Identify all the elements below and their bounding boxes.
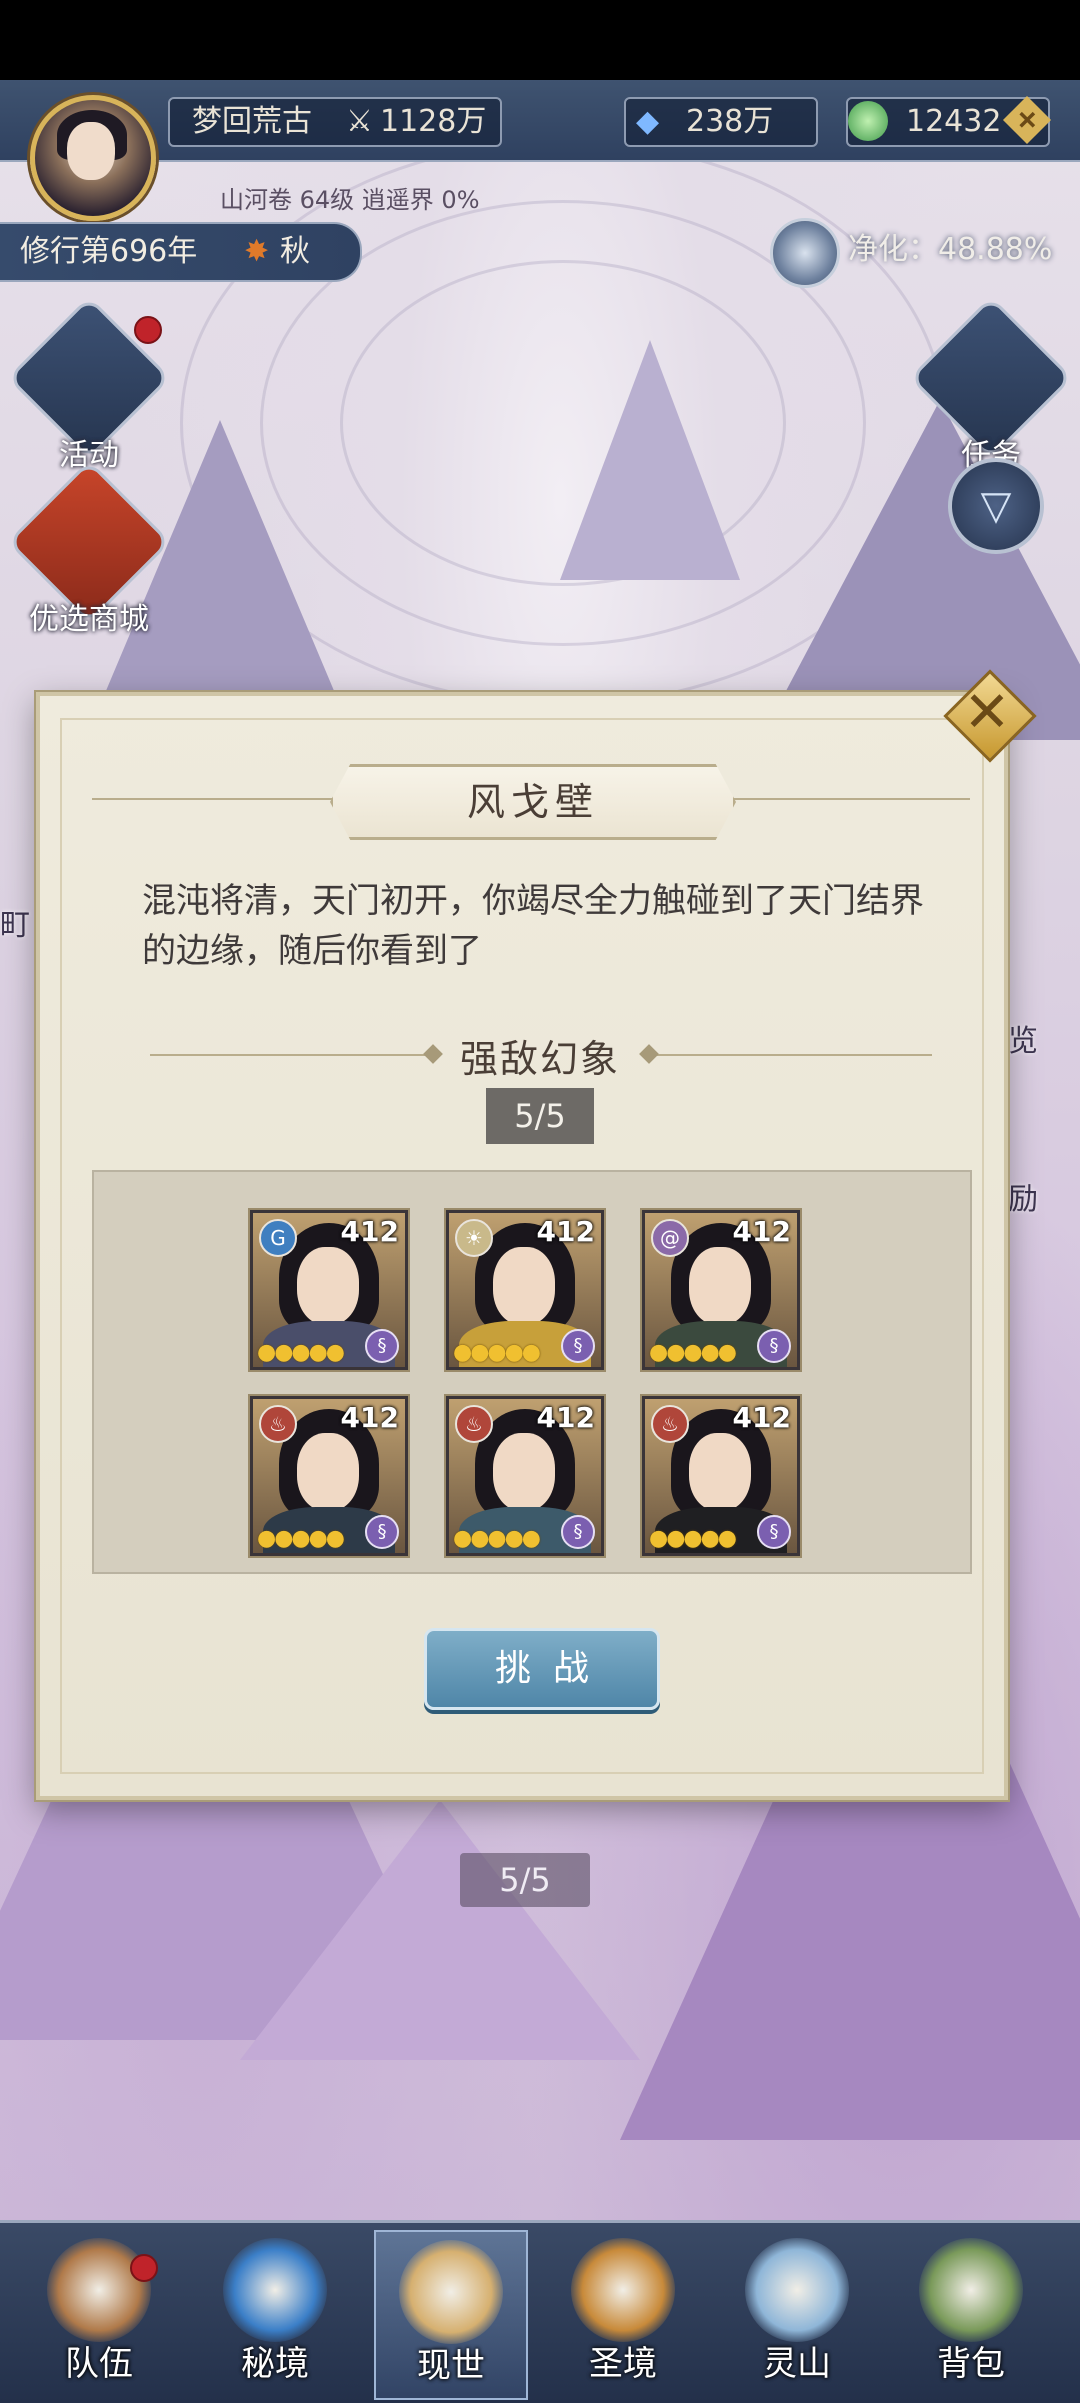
purify-value: 净化：48.88% [848,232,1053,267]
nav-tab-label: 秘境 [241,2344,309,2384]
enemy-card[interactable]: ♨ 412 ●●●●● § [642,1396,800,1556]
close-icon: ✕ [963,680,1011,745]
element-icon: ♨ [651,1405,689,1443]
class-badge-icon: § [561,1515,595,1549]
enemy-level: 412 [732,1401,791,1434]
mountain-icon [560,340,740,580]
realm-name: 梦回荒古 [192,104,312,139]
spirit-stone-pill[interactable]: ◆ 238万 [624,97,818,147]
enemy-card[interactable]: @412 ●●●●● § [642,1210,800,1370]
nav-tab-icon [571,2238,675,2342]
add-jade-icon[interactable]: + [1002,95,1052,145]
map-label-partial: 励 [1008,1182,1038,1217]
map-stage-counter: 5/5 [460,1853,590,1907]
class-badge-icon: § [757,1329,791,1363]
star-rating: ●●●●● [257,1526,345,1551]
jade-icon [848,101,888,141]
enemy-face [493,1247,555,1325]
player-avatar[interactable] [30,95,156,221]
enemy-level: 412 [732,1215,791,1248]
enemy-face [689,1247,751,1325]
nav-tab-icon [47,2238,151,2342]
enemy-face [297,1433,359,1511]
close-button[interactable]: ✕ [942,668,1037,763]
map-progress-info: 山河卷 64级 逍遥界 0% [220,186,480,214]
realm-power-pill[interactable]: 梦回荒古 ⚔ 1128万 [168,97,502,147]
purify-indicator[interactable]: 净化：48.88% [770,218,1070,288]
class-badge-icon: § [365,1515,399,1549]
power-value: 1128万 [380,104,487,139]
nav-tab[interactable]: 背包 [896,2230,1046,2396]
nav-tab-label: 灵山 [763,2344,831,2384]
spirit-stone-value: 238万 [686,104,774,139]
nav-tab-label: 队伍 [65,2344,133,2384]
section-title: 强敌幻象 [459,1037,620,1081]
class-badge-icon: § [561,1329,595,1363]
purify-icon [770,218,840,288]
enemy-face [493,1433,555,1511]
nav-tab-label: 现世 [417,2346,485,2386]
star-rating: ●●●●● [453,1340,541,1365]
status-bar [0,0,1080,80]
element-icon: ♨ [455,1405,493,1443]
compass-icon[interactable]: ▽ [948,458,1044,554]
element-icon: ☀ [455,1219,493,1257]
map-label-partial: 町 [0,908,30,943]
class-badge-icon: § [365,1329,399,1363]
star-rating: ●●●●● [649,1340,737,1365]
mountain-icon [240,1800,640,2060]
shop-button[interactable]: 优选商城 [6,459,172,638]
notification-dot [134,316,162,344]
nav-tab[interactable]: 圣境 [548,2230,698,2396]
enemy-level: 412 [536,1401,595,1434]
element-icon: @ [651,1219,689,1257]
enemy-card[interactable]: G 412 ●●●●● § [250,1210,408,1370]
dialog-title: 风戈壁 [330,764,736,840]
power-icon: ⚔ [346,104,373,139]
cultivation-year-bar: 修行第696年 ✸ 秋 [0,222,362,282]
star-rating: ●●●●● [257,1340,345,1365]
enemy-progress-counter: 5/5 [486,1088,594,1144]
nav-tab-icon [745,2238,849,2342]
cultivation-year: 修行第696年 [20,234,198,269]
enemy-card[interactable]: ♨ 412 ●●●●● § [446,1396,604,1556]
jade-pill[interactable]: 12432 + [846,95,1052,147]
nav-tab-icon [919,2238,1023,2342]
nav-tab[interactable]: 灵山 [722,2230,872,2396]
nav-tab[interactable]: 秘境 [200,2230,350,2396]
nav-tab-label: 圣境 [589,2344,657,2384]
nav-tab-icon [223,2238,327,2342]
enemy-level: 412 [340,1215,399,1248]
class-badge-icon: § [757,1515,791,1549]
tasks-button[interactable]: 任务 [908,295,1074,474]
season-label: 秋 [280,234,310,269]
challenge-button[interactable]: 挑战 [424,1628,660,1710]
activity-button[interactable]: 活动 [6,295,172,474]
dialog-description: 混沌将清，天门初开，你竭尽全力触碰到了天门结界的边缘，随后你看到了 [142,881,924,971]
enemy-level: 412 [340,1401,399,1434]
jade-value: 12432 [906,104,1002,139]
spirit-stone-icon: ◆ [636,104,660,139]
enemy-level: 412 [536,1215,595,1248]
shop-label: 优选商城 [29,602,149,637]
element-icon: ♨ [259,1405,297,1443]
title-divider [92,798,332,800]
nav-tab[interactable]: 现世 [374,2230,528,2400]
nav-tab-label: 背包 [937,2344,1005,2384]
maple-leaf-icon: ✸ [244,234,270,269]
star-rating: ●●●●● [453,1526,541,1551]
enemy-face [297,1247,359,1325]
avatar-face [67,122,115,180]
star-rating: ●●●●● [649,1526,737,1551]
enemy-face [689,1433,751,1511]
element-icon: G [259,1219,297,1257]
notification-dot [130,2254,158,2282]
enemy-card[interactable]: ♨ 412 ●●●●● § [250,1396,408,1556]
nav-tab-icon [399,2240,503,2344]
title-divider [730,798,970,800]
enemy-card[interactable]: ☀ 412 ●●●●● § [446,1210,604,1370]
nav-tab[interactable]: 队伍 [24,2230,174,2396]
